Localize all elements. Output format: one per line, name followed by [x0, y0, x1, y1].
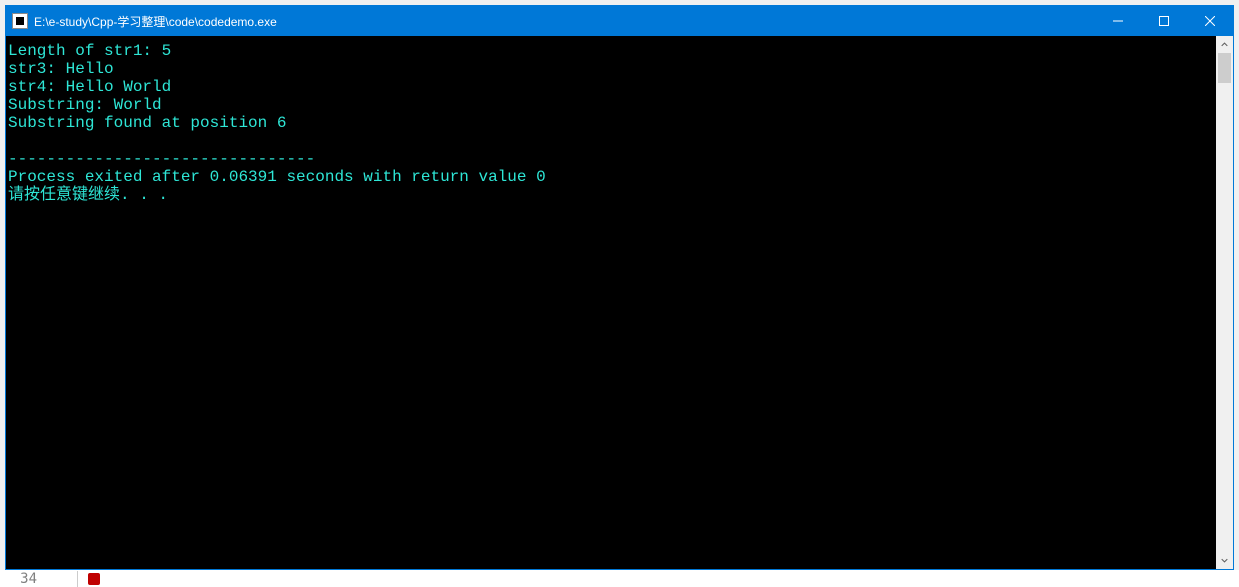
window-controls — [1095, 6, 1233, 36]
console-line: str3: Hello — [8, 60, 1216, 78]
scroll-down-button[interactable] — [1216, 552, 1233, 569]
console-line: str4: Hello World — [8, 78, 1216, 96]
app-icon — [12, 13, 28, 29]
scroll-thumb[interactable] — [1218, 53, 1231, 83]
console-line — [8, 132, 1216, 150]
line-number: 34 — [0, 571, 78, 587]
titlebar[interactable]: E:\e-study\Cpp-学习整理\code\codedemo.exe — [6, 6, 1233, 36]
error-marker-icon — [88, 573, 100, 585]
console-line: 请按任意键继续. . . — [8, 186, 1216, 204]
console-line: Length of str1: 5 — [8, 42, 1216, 60]
scroll-up-button[interactable] — [1216, 36, 1233, 53]
scroll-track[interactable] — [1216, 53, 1233, 552]
console-line: -------------------------------- — [8, 150, 1216, 168]
console-output[interactable]: Length of str1: 5str3: Hellostr4: Hello … — [6, 36, 1216, 569]
editor-gutter-background: 34 — [0, 570, 1239, 587]
maximize-button[interactable] — [1141, 6, 1187, 36]
client-area: Length of str1: 5str3: Hellostr4: Hello … — [6, 36, 1233, 569]
close-button[interactable] — [1187, 6, 1233, 36]
console-line: Process exited after 0.06391 seconds wit… — [8, 168, 1216, 186]
console-line: Substring found at position 6 — [8, 114, 1216, 132]
console-window: E:\e-study\Cpp-学习整理\code\codedemo.exe Le… — [5, 5, 1234, 570]
minimize-button[interactable] — [1095, 6, 1141, 36]
vertical-scrollbar[interactable] — [1216, 36, 1233, 569]
window-title: E:\e-study\Cpp-学习整理\code\codedemo.exe — [34, 13, 1095, 30]
console-line: Substring: World — [8, 96, 1216, 114]
